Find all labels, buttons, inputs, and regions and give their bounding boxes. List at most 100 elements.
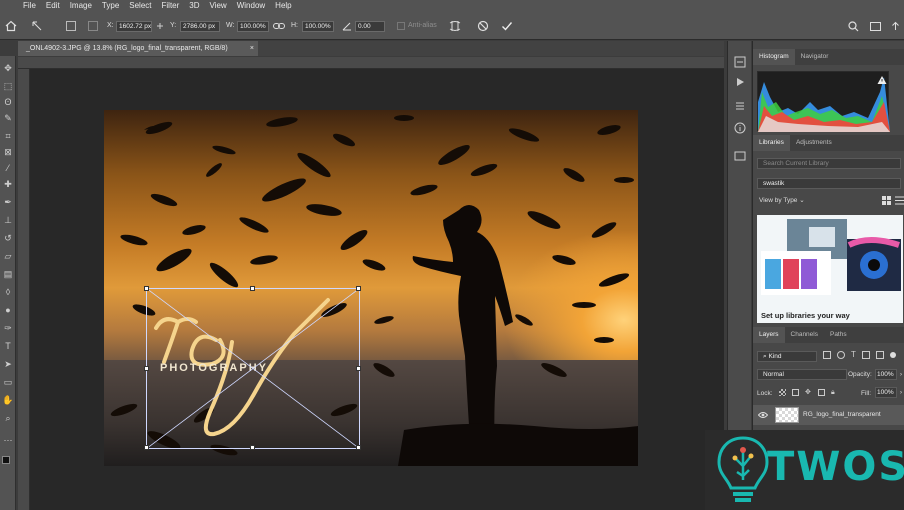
tab-layers[interactable]: Layers (753, 327, 785, 343)
transform-handle-top-right[interactable] (356, 286, 361, 291)
menu-window[interactable]: Window (232, 0, 270, 11)
marquee-tool-icon[interactable]: ⬚ (2, 80, 14, 92)
view-by-type-dropdown[interactable]: View by Type ⌄ (759, 196, 805, 204)
blend-mode-select[interactable]: Normal (757, 369, 847, 380)
quick-select-tool-icon[interactable]: ✎ (2, 112, 14, 124)
history-panel-icon[interactable] (733, 55, 747, 69)
reference-point-grid-icon[interactable] (88, 21, 98, 31)
hand-tool-icon[interactable]: ✋ (2, 394, 14, 406)
home-icon[interactable] (4, 19, 18, 33)
menu-file[interactable]: File (18, 0, 41, 11)
layer-name[interactable]: RG_logo_final_transparent (803, 411, 881, 418)
dodge-tool-icon[interactable]: ● (2, 304, 14, 316)
menu-edit[interactable]: Edit (41, 0, 65, 11)
tab-channels[interactable]: Channels (785, 327, 824, 343)
tab-libraries[interactable]: Libraries (753, 135, 790, 151)
filter-toggle-icon[interactable] (889, 352, 896, 358)
brush-tool-icon[interactable]: ✒ (2, 196, 14, 208)
healing-brush-tool-icon[interactable]: ✚ (2, 178, 14, 190)
type-tool-icon[interactable]: T (2, 340, 14, 352)
gradient-tool-icon[interactable]: ▤ (2, 268, 14, 280)
lasso-tool-icon[interactable]: ʘ (2, 96, 14, 108)
y-position-field[interactable]: 2786.00 px (180, 21, 220, 32)
shape-filter-icon[interactable] (861, 351, 870, 359)
layer-kind-filter[interactable]: ⌕ Kind (757, 351, 817, 362)
eye-icon[interactable] (758, 410, 768, 420)
height-field[interactable]: 100.00% (302, 21, 334, 32)
lock-pixels-icon[interactable] (792, 389, 799, 396)
x-position-field[interactable]: 1602.72 px (116, 21, 152, 32)
angle-field[interactable]: 0.00 (355, 21, 385, 32)
menu-image[interactable]: Image (65, 0, 97, 11)
clone-stamp-tool-icon[interactable]: ⊥ (2, 214, 14, 226)
lock-artboard-icon[interactable] (818, 389, 825, 396)
menu-filter[interactable]: Filter (157, 0, 185, 11)
path-selection-tool-icon[interactable]: ➤ (2, 358, 14, 370)
close-tab-icon[interactable]: × (250, 41, 254, 56)
relative-position-icon[interactable] (156, 22, 164, 30)
search-icon[interactable] (846, 19, 860, 33)
opacity-chevron-icon[interactable]: › (897, 369, 904, 380)
fill-field[interactable]: 100% (875, 387, 897, 398)
transform-handle-bottom-left[interactable] (144, 445, 149, 450)
reference-point-icon[interactable] (66, 21, 76, 31)
transform-handle-top[interactable] (250, 286, 255, 291)
adjustment-filter-icon[interactable] (837, 351, 845, 359)
transform-handle-bottom-right[interactable] (356, 445, 361, 450)
edit-toolbar-icon[interactable]: ⋯ (2, 434, 14, 446)
width-field[interactable]: 100.00% (237, 21, 269, 32)
lock-all-icon[interactable]: 🔒︎ (831, 389, 838, 396)
info-icon[interactable] (733, 121, 747, 135)
grid-view-icon[interactable] (881, 195, 891, 205)
menu-3d[interactable]: 3D (184, 0, 204, 11)
blur-tool-icon[interactable]: ◊ (2, 286, 14, 298)
warp-icon[interactable] (448, 19, 462, 33)
document-tab[interactable]: _ONL4902-3.JPG @ 13.8% (RG_logo_final_tr… (18, 41, 258, 56)
menu-type[interactable]: Type (97, 0, 124, 11)
link-icon[interactable] (273, 20, 285, 32)
history-brush-tool-icon[interactable]: ↺ (2, 232, 14, 244)
play-actions-icon[interactable] (733, 75, 747, 89)
pen-tool-icon[interactable]: ✑ (2, 322, 14, 334)
workspace-icon[interactable] (868, 19, 882, 33)
shape-tool-icon[interactable]: ▭ (2, 376, 14, 388)
foreground-color-swatch[interactable] (2, 456, 10, 464)
libraries-promo-card[interactable]: Set up libraries your way (757, 215, 903, 323)
library-select[interactable]: swastik (757, 178, 901, 189)
menu-help[interactable]: Help (270, 0, 296, 11)
tab-adjustments[interactable]: Adjustments (790, 135, 838, 151)
smart-object-filter-icon[interactable] (875, 351, 884, 359)
move-tool-icon[interactable]: ✥ (2, 62, 14, 74)
commit-transform-icon[interactable] (500, 19, 514, 33)
tab-paths[interactable]: Paths (824, 327, 853, 343)
crop-tool-icon[interactable]: ⌗ (2, 130, 14, 142)
cancel-transform-icon[interactable] (476, 19, 490, 33)
share-icon[interactable] (888, 19, 902, 33)
opacity-field[interactable]: 100% (875, 369, 897, 380)
properties-panel-icon[interactable] (733, 99, 747, 113)
type-filter-icon[interactable]: T (851, 351, 856, 362)
pixel-filter-icon[interactable] (823, 351, 831, 359)
tab-histogram[interactable]: Histogram (753, 49, 795, 65)
layer-row[interactable]: RG_logo_final_transparent (753, 405, 904, 425)
warning-icon[interactable] (877, 75, 887, 85)
transform-handle-bottom[interactable] (250, 445, 255, 450)
transform-handle-right[interactable] (356, 366, 361, 371)
lock-position-icon[interactable]: ✥ (805, 389, 812, 396)
zoom-tool-icon[interactable]: ⌕ (2, 412, 14, 424)
eraser-tool-icon[interactable]: ▱ (2, 250, 14, 262)
menu-select[interactable]: Select (124, 0, 156, 11)
list-view-icon[interactable] (894, 195, 904, 205)
tab-navigator[interactable]: Navigator (795, 49, 835, 65)
fill-chevron-icon[interactable]: › (897, 387, 904, 398)
menu-view[interactable]: View (205, 0, 232, 11)
transform-handle-top-left[interactable] (144, 286, 149, 291)
libraries-panel-icon[interactable] (733, 149, 747, 163)
antialias-checkbox[interactable] (397, 22, 405, 30)
frame-tool-icon[interactable]: ⊠ (2, 146, 14, 158)
transform-handle-left[interactable] (144, 366, 149, 371)
eyedropper-tool-icon[interactable]: ⁄ (2, 162, 14, 174)
lock-transparency-icon[interactable] (779, 389, 786, 396)
transform-bounding-box[interactable] (144, 286, 361, 450)
library-search-input[interactable]: Search Current Library (757, 158, 901, 169)
